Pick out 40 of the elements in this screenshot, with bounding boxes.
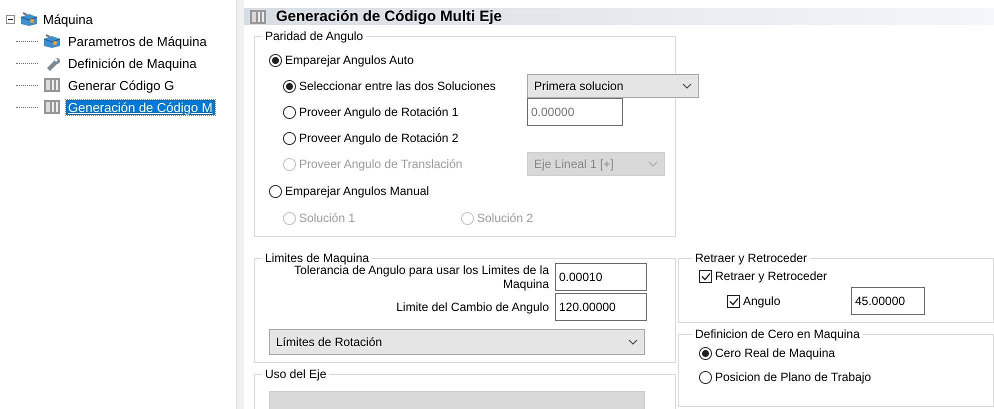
angle-field[interactable]: 45.00000 — [851, 287, 925, 315]
caret-icon — [682, 83, 692, 89]
check-icon — [700, 272, 710, 280]
group-title: Paridad de Angulo — [264, 29, 364, 43]
grid-icon — [42, 99, 62, 115]
collapse-icon[interactable] — [6, 14, 15, 24]
limits-dropdown[interactable]: Límites de Rotación — [269, 329, 645, 355]
radio-button[interactable]: Emparejar Angulos Manual — [269, 184, 430, 198]
group-title: Uso del Eje — [264, 367, 328, 381]
grid-icon — [42, 77, 62, 93]
radio-button[interactable]: Proveer Angulo de Rotación 1 — [283, 105, 458, 119]
tree-item[interactable]: Parametros de Máquina — [66, 34, 209, 48]
tree-item[interactable]: Generación de Código M — [66, 100, 215, 114]
machine-icon — [42, 33, 62, 49]
check-icon — [728, 296, 738, 306]
caret-icon — [628, 339, 638, 345]
checkbox[interactable]: Retraer y Retroceder — [699, 269, 828, 283]
field-label: Tolerancia de Angulo para usar los Limites de la Maquina — [293, 263, 549, 291]
radio-button[interactable]: Posicion de Plano de Trabajo — [699, 370, 872, 384]
tree-item[interactable]: Definición de Maquina — [66, 56, 199, 70]
tolerance-field[interactable]: 0.00010 — [555, 263, 647, 291]
tree-item[interactable]: Máquina — [43, 12, 93, 26]
field-label: Limite del Cambio de Angulo — [395, 300, 549, 314]
axis-usage-dropdown[interactable] — [269, 391, 645, 409]
tree-item[interactable]: Generar Código G — [66, 78, 176, 92]
group-title: Limites de Maquina — [264, 251, 370, 265]
caret-icon — [648, 161, 658, 167]
radio-button[interactable]: Emparejar Angulos Auto — [269, 53, 414, 67]
group-title: Retraer y Retroceder — [694, 251, 808, 265]
section-title: Generación de Código Multi Eje — [276, 8, 502, 25]
angle-limit-field[interactable]: 120.00000 — [555, 293, 647, 321]
grid-icon — [248, 8, 268, 24]
radio-button[interactable]: Proveer Angulo de Rotación 2 — [283, 131, 458, 145]
radio-button[interactable]: Cero Real de Maquina — [699, 346, 836, 360]
checkbox[interactable]: Angulo — [727, 294, 851, 308]
splitter[interactable] — [236, 0, 244, 409]
machine-icon — [19, 11, 39, 27]
solution-dropdown[interactable]: Primera solucion — [527, 74, 699, 98]
radio-button[interactable]: Seleccionar entre las dos Soluciones — [283, 79, 496, 93]
group-title: Definicion de Cero en Maquina — [694, 327, 861, 341]
